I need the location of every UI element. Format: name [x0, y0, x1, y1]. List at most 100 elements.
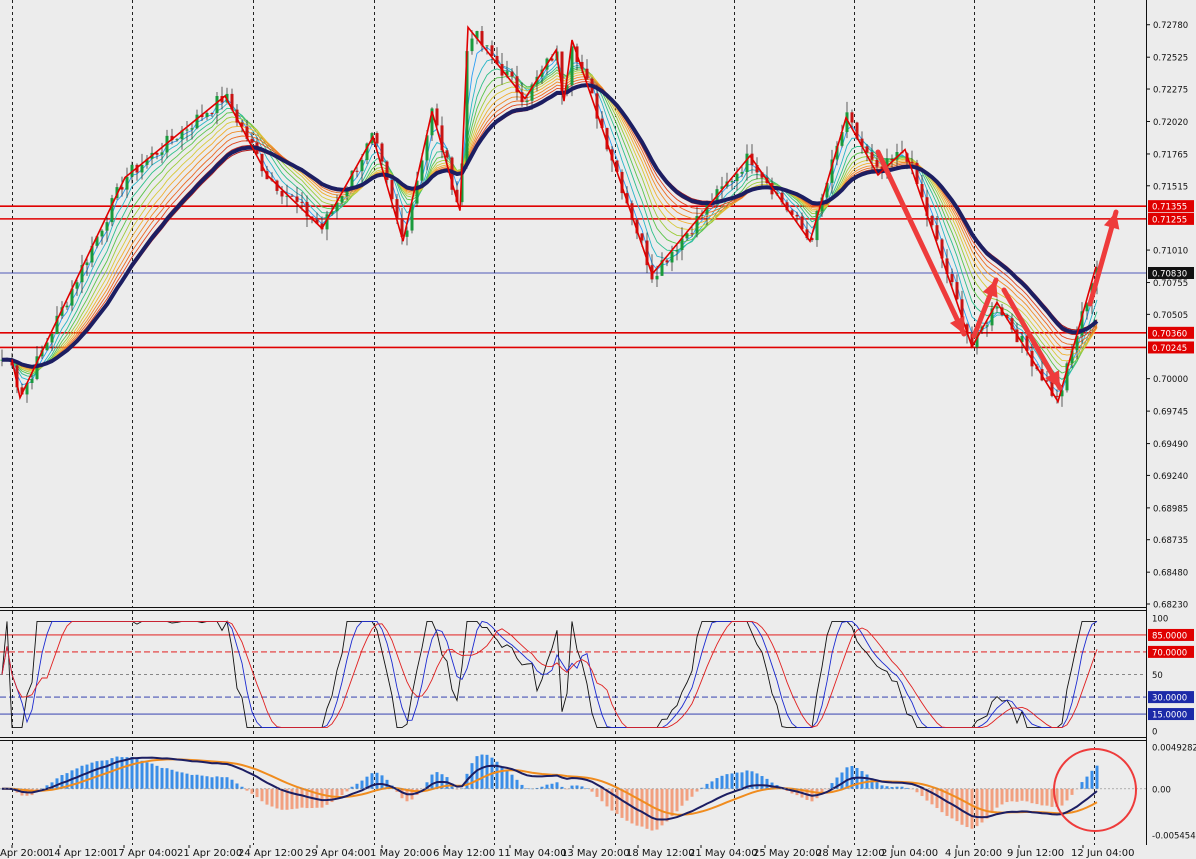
macd-histogram-bar: [430, 774, 434, 789]
macd-histogram-bar: [130, 756, 134, 789]
candle-body: [730, 181, 734, 183]
macd-histogram-bar: [155, 765, 159, 789]
macd-histogram-bar: [540, 786, 544, 789]
macd-histogram-bar: [150, 763, 154, 789]
macd-histogram-bar: [350, 786, 354, 789]
macd-histogram-bar: [645, 788, 649, 829]
candle-body: [250, 138, 254, 143]
macd-histogram-bar: [915, 788, 919, 793]
macd-histogram-bar: [895, 786, 899, 789]
candle-body: [280, 190, 284, 197]
macd-histogram-bar: [1040, 788, 1044, 806]
candle-body: [490, 45, 494, 56]
macd-histogram-bar: [550, 783, 554, 789]
macd-histogram-bar: [235, 783, 239, 789]
macd-histogram-bar: [955, 788, 959, 822]
macd-histogram-bar: [510, 774, 514, 789]
macd-histogram-bar: [930, 788, 934, 805]
candle-body: [375, 133, 379, 144]
price-level-label: 0.70360: [1152, 329, 1187, 339]
macd-histogram-bar: [80, 765, 84, 789]
macd-histogram-bar: [230, 779, 234, 789]
x-tick-label: 18 May 12:00: [626, 848, 695, 859]
macd-histogram-bar: [380, 775, 384, 789]
candle-body: [795, 214, 799, 217]
candle-body: [910, 161, 914, 163]
macd-histogram-bar: [720, 775, 724, 789]
macd-histogram-bar: [840, 772, 844, 789]
macd-histogram-bar: [1090, 770, 1094, 789]
y-tick-label: 0.71010: [1153, 247, 1188, 257]
macd-histogram-bar: [275, 788, 279, 809]
macd-histogram-bar: [1070, 788, 1074, 795]
macd-histogram-bar: [265, 788, 269, 805]
x-tick-label: 21 May 04:00: [689, 848, 758, 859]
candle-body: [195, 114, 199, 129]
y-tick-label: 0.72525: [1153, 54, 1188, 64]
trading-chart: Apr 20:0014 Apr 12:0017 Apr 04:00 21 Apr …: [0, 0, 1196, 859]
macd-histogram-bar: [270, 788, 274, 807]
macd-histogram-bar: [1065, 788, 1069, 801]
macd-histogram-bar: [280, 788, 284, 810]
candle-body: [100, 230, 104, 237]
macd-histogram-bar: [710, 781, 714, 789]
macd-histogram-bar: [505, 770, 509, 789]
y-tick-label: 0.70000: [1153, 375, 1188, 385]
y-tick-label: 0.69745: [1153, 408, 1188, 418]
y-tick-label: 0.70505: [1153, 311, 1188, 321]
x-tick-label: 6 May 12:00: [433, 848, 495, 859]
macd-histogram-bar: [575, 785, 579, 789]
candle-body: [215, 96, 219, 114]
macd-histogram-bar: [170, 769, 174, 789]
macd-histogram-bar: [1035, 788, 1039, 805]
macd-histogram-bar: [240, 786, 244, 789]
macd-histogram-bar: [765, 778, 769, 789]
x-tick-label: 17 Apr 04:00: [112, 848, 177, 859]
candle-body: [205, 112, 209, 118]
candle-body: [65, 305, 69, 308]
x-tick-label: 12 Jun 04:00: [1071, 848, 1135, 859]
macd-histogram-bar: [665, 788, 669, 822]
candle-body: [390, 179, 394, 200]
macd-histogram-bar: [215, 776, 219, 789]
macd-histogram-bar: [555, 782, 559, 789]
macd-histogram-bar: [340, 788, 344, 796]
candle-body: [670, 251, 674, 263]
macd-histogram-bar: [935, 788, 939, 809]
macd-histogram-bar: [970, 788, 974, 829]
candle-body: [85, 262, 89, 266]
macd-histogram-bar: [735, 772, 739, 789]
candle-body: [30, 379, 34, 383]
macd-histogram-bar: [960, 788, 964, 825]
x-tick-label: 25 May 20:00: [753, 848, 822, 859]
macd-histogram-bar: [1095, 765, 1099, 789]
candle-body: [740, 171, 744, 174]
stoch-level-label: 85.0000: [1152, 631, 1187, 641]
macd-histogram-bar: [1010, 788, 1014, 802]
macd-histogram-bar: [940, 788, 944, 813]
macd-histogram-bar: [1025, 788, 1029, 802]
candle-body: [185, 129, 189, 131]
y-tick-label: 0.71515: [1153, 182, 1188, 192]
macd-histogram-bar: [105, 760, 109, 789]
macd-histogram-bar: [520, 784, 524, 789]
x-tick-label: 29 Apr 04:00: [305, 848, 370, 859]
y-tick-label: 0.68985: [1153, 504, 1188, 514]
macd-histogram-bar: [250, 788, 254, 794]
candle-body: [300, 201, 304, 203]
macd-histogram-bar: [695, 788, 699, 792]
macd-histogram-bar: [740, 772, 744, 789]
y-tick-label: 0.68735: [1153, 536, 1188, 546]
x-tick-label: 28 May 12:00: [816, 848, 885, 859]
macd-histogram-bar: [295, 788, 299, 809]
macd-histogram-bar: [920, 788, 924, 796]
x-tick-label: 9 Jun 12:00: [1007, 848, 1064, 859]
macd-histogram-bar: [255, 788, 259, 798]
macd-histogram-bar: [705, 783, 709, 789]
candle-body: [360, 160, 364, 172]
macd-histogram-bar: [480, 754, 484, 789]
macd-tick-label: -0.005454: [1152, 832, 1196, 842]
candle-body: [140, 164, 144, 173]
macd-histogram-bar: [90, 762, 94, 789]
macd-histogram-bar: [205, 776, 209, 789]
